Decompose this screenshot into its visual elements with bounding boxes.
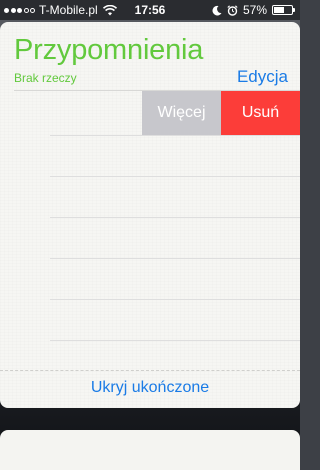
alarm-icon (227, 4, 238, 16)
status-bar: T-Mobile.pl 17:56 57% (0, 0, 300, 20)
battery-percent: 57% (242, 3, 267, 17)
edit-button[interactable]: Edycja (237, 67, 288, 87)
swipe-actions-row[interactable]: Więcej Usuń (0, 91, 300, 135)
battery-icon (272, 5, 296, 15)
row-divider (50, 176, 300, 177)
battery-fill (274, 7, 284, 13)
row-divider (50, 217, 300, 218)
row-divider (50, 258, 300, 259)
reminders-subtitle: Brak rzeczy (14, 71, 77, 85)
hide-completed-button[interactable]: Ukryj ukończone (0, 379, 300, 397)
footer-divider (0, 370, 300, 371)
moon-icon (211, 5, 222, 16)
delete-button[interactable]: Usuń (221, 91, 300, 135)
battery-tip (293, 8, 295, 12)
status-right: 57% (211, 3, 296, 17)
next-card-peek[interactable] (0, 430, 300, 470)
more-button[interactable]: Więcej (142, 91, 221, 135)
reminders-card: Przypomnienia Brak rzeczy Edycja Więcej … (0, 22, 300, 408)
row-divider (50, 135, 300, 136)
reminders-title: Przypomnienia (14, 34, 204, 66)
row-divider (50, 340, 300, 341)
row-divider (50, 299, 300, 300)
